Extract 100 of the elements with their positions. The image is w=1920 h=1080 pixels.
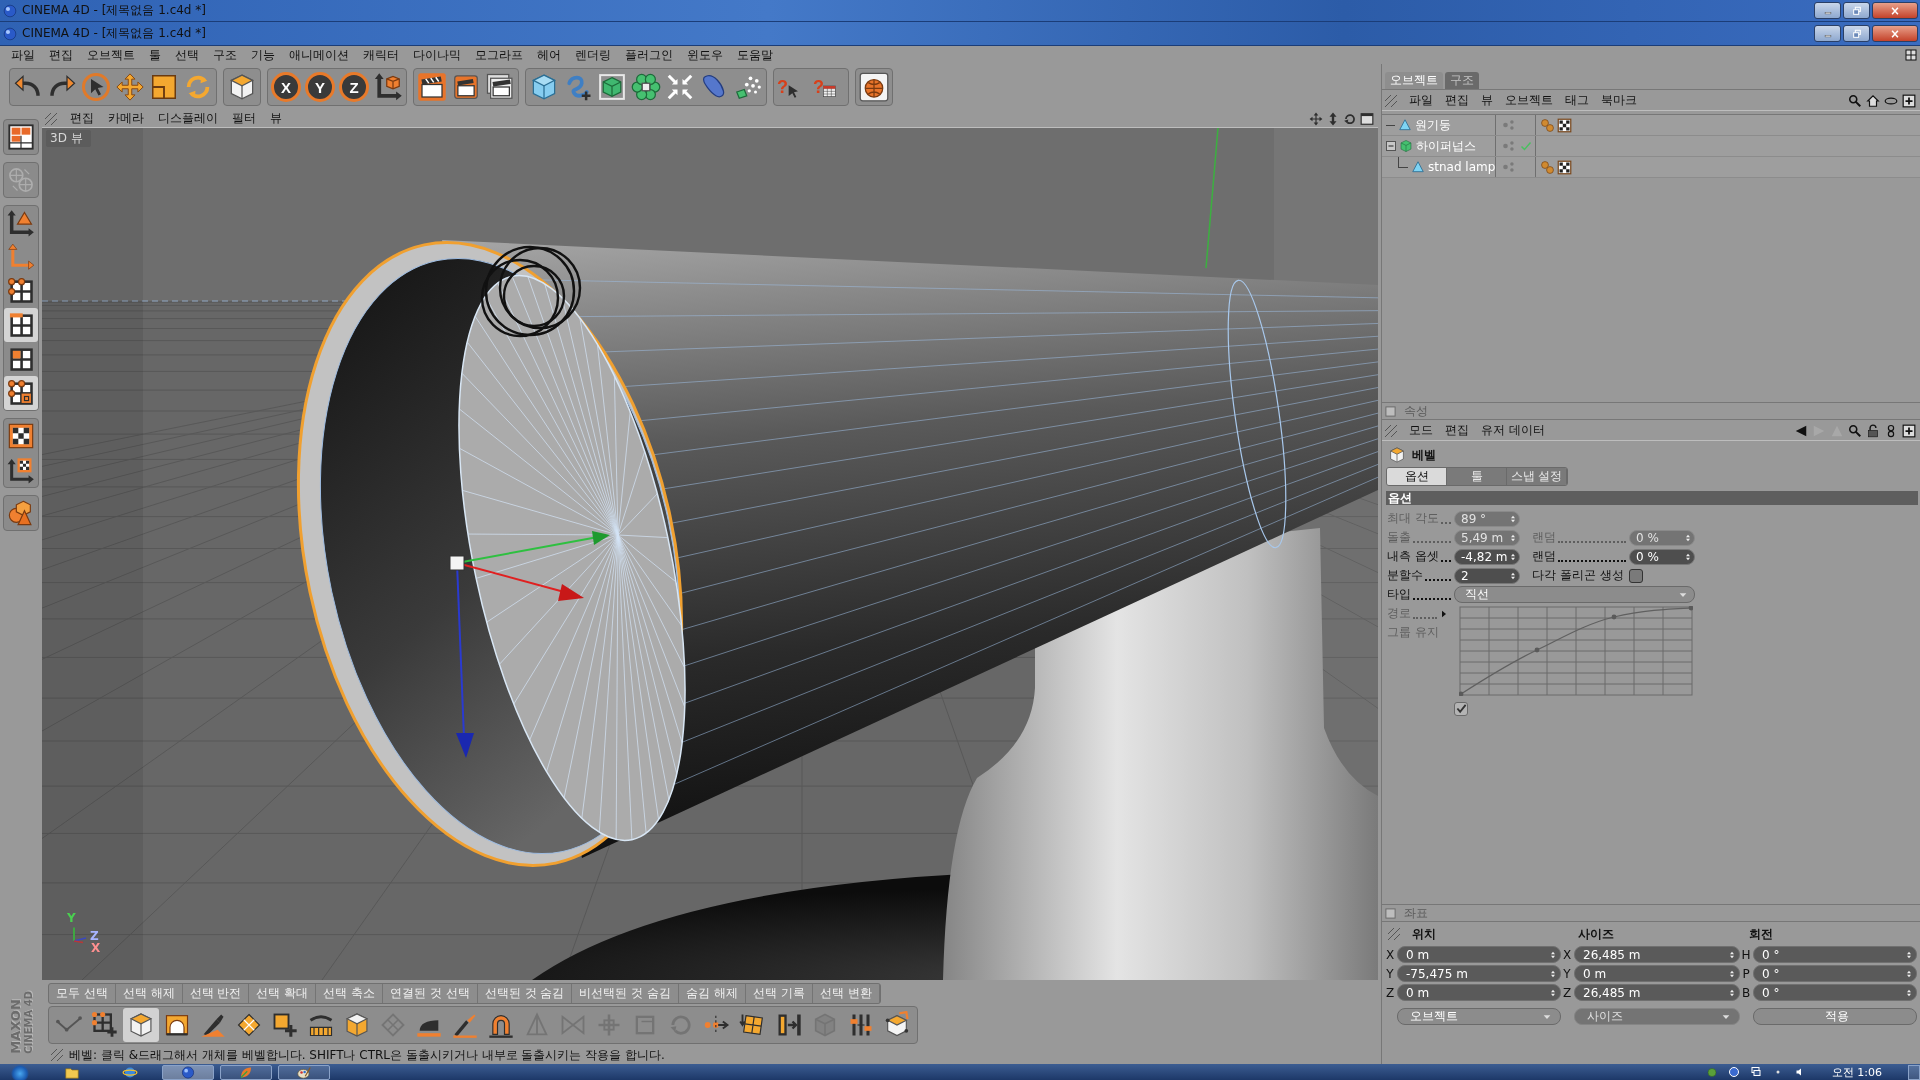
restore-button[interactable]	[1843, 2, 1870, 19]
menu-item[interactable]: 태그	[1559, 92, 1595, 109]
menu-item[interactable]: 모드	[1403, 422, 1439, 439]
menu-item[interactable]: 캐릭터	[356, 46, 406, 64]
taskbar-app-button[interactable]	[220, 1064, 272, 1080]
number-field[interactable]: 26,485 m	[1574, 946, 1740, 963]
add-panel-icon[interactable]	[1902, 93, 1916, 108]
menu-item[interactable]: 필터	[225, 110, 263, 127]
menu-item[interactable]: 헤어	[530, 46, 568, 64]
framed-cube-icon[interactable]	[597, 72, 627, 102]
panel-tab[interactable]: 스냅 설정	[1507, 468, 1567, 485]
close-button[interactable]	[1872, 2, 1918, 19]
coordinate-system-icon[interactable]	[373, 72, 403, 102]
number-field[interactable]: 0 °	[1753, 984, 1917, 1001]
cube-icon[interactable]	[529, 72, 559, 102]
number-field[interactable]: 0 m	[1574, 965, 1740, 982]
spinner-icon[interactable]	[1549, 949, 1557, 960]
menu-item[interactable]: 편집	[1439, 422, 1475, 439]
home-icon[interactable]	[1866, 93, 1880, 108]
number-field[interactable]: 0 °	[1753, 946, 1917, 963]
ball-icon[interactable]	[1705, 1066, 1718, 1078]
axis-lock-button[interactable]: X	[271, 72, 301, 102]
menu-item[interactable]: 편집	[1439, 92, 1475, 109]
spinner-icon[interactable]	[1728, 949, 1736, 960]
search-icon[interactable]	[1848, 93, 1862, 108]
3d-viewport[interactable]: 3D 뷰 Y Z X	[42, 128, 1378, 980]
close-icon[interactable]	[1889, 28, 1901, 39]
move-gizmo[interactable]	[449, 531, 610, 758]
menu-item[interactable]: 도움말	[730, 46, 780, 64]
number-field[interactable]: 0 %	[1629, 548, 1695, 565]
menu-item[interactable]: 카메라	[101, 110, 151, 127]
layout-icon[interactable]	[1905, 49, 1917, 61]
search-icon[interactable]	[1848, 423, 1862, 438]
spinner-icon[interactable]	[1728, 968, 1736, 979]
close-button[interactable]	[1872, 25, 1918, 42]
add-panel-icon[interactable]	[1902, 423, 1916, 438]
spinner-icon[interactable]	[1905, 949, 1913, 960]
menu-item[interactable]: 파일	[1403, 92, 1439, 109]
menu-item[interactable]: 구조	[206, 46, 244, 64]
tube-model[interactable]	[297, 240, 1378, 867]
spinner-icon[interactable]	[1728, 987, 1736, 998]
globe-icon[interactable]	[859, 72, 889, 102]
menu-item[interactable]: 뷰	[1475, 92, 1499, 109]
menu-item[interactable]: 렌더링	[568, 46, 618, 64]
minimize-button[interactable]	[1814, 2, 1841, 19]
flower-icon[interactable]	[631, 72, 661, 102]
restore-button[interactable]	[1843, 25, 1870, 42]
lock-icon[interactable]	[1866, 423, 1880, 438]
clapper-stack-icon[interactable]	[485, 72, 515, 102]
menu-item[interactable]: 북마크	[1595, 92, 1643, 109]
minimize-button[interactable]	[1814, 25, 1841, 42]
menu-item[interactable]: 기능	[244, 46, 282, 64]
number-field[interactable]: 26,485 m	[1574, 984, 1740, 1001]
move-icon[interactable]	[115, 72, 145, 102]
taskbar-app-button[interactable]	[162, 1064, 214, 1080]
menu-item[interactable]: 다이나믹	[406, 46, 468, 64]
checker-tag-icon[interactable]	[1557, 159, 1572, 175]
dropdown[interactable]: 오브젝트	[1397, 1008, 1561, 1025]
number-field[interactable]: 0 °	[1753, 965, 1917, 982]
menu-item[interactable]: 오브젝트	[1499, 92, 1559, 109]
spinner-icon[interactable]	[1905, 968, 1913, 979]
menu-item[interactable]: 파일	[4, 46, 42, 64]
apply-button[interactable]: 적용	[1753, 1008, 1917, 1025]
checkbox[interactable]	[1629, 568, 1643, 583]
axis-lock-button[interactable]: Y	[305, 72, 335, 102]
inward-arrows-icon[interactable]	[665, 72, 695, 102]
rotate-view-icon[interactable]	[1343, 111, 1357, 126]
circle-icon[interactable]	[1727, 1066, 1740, 1078]
dropdown[interactable]: 직선	[1454, 586, 1695, 603]
check-icon[interactable]	[1520, 140, 1532, 152]
number-field[interactable]: -75,475 m	[1397, 965, 1561, 982]
spinner-icon[interactable]	[1549, 968, 1557, 979]
menu-item[interactable]: 모그라프	[468, 46, 530, 64]
back-arrow-icon[interactable]	[1794, 423, 1808, 438]
panel-toggle-icon[interactable]	[1385, 405, 1396, 417]
spinner-icon[interactable]	[1509, 570, 1517, 581]
spinner-icon[interactable]	[1684, 551, 1692, 562]
menu-item[interactable]: 디스플레이	[151, 110, 225, 127]
axis-lock-button[interactable]: Z	[339, 72, 369, 102]
spinner-icon[interactable]	[1509, 551, 1517, 562]
menu-item[interactable]: 뷰	[263, 110, 289, 127]
panel-tab[interactable]: 옵션	[1387, 468, 1447, 485]
caret-icon[interactable]	[1440, 609, 1448, 618]
menu-item[interactable]: 플러그인	[618, 46, 680, 64]
number-field[interactable]: 0 m	[1397, 946, 1561, 963]
close-icon[interactable]	[1889, 5, 1901, 16]
number-field[interactable]: -4,82 m	[1454, 548, 1520, 565]
clapper-icon[interactable]	[417, 72, 447, 102]
polygon-cube-icon[interactable]	[227, 72, 257, 102]
taskbar-app-button[interactable]	[278, 1064, 330, 1080]
menu-item[interactable]: 툴	[142, 46, 168, 64]
number-field[interactable]: 2	[1454, 567, 1520, 584]
menu-item[interactable]: 편집	[42, 46, 80, 64]
menu-item[interactable]: 선택	[168, 46, 206, 64]
panel-toggle-icon[interactable]	[1385, 907, 1396, 919]
collapse-icon[interactable]	[1386, 141, 1396, 151]
spinner-icon[interactable]	[1905, 987, 1913, 998]
clapper-icon[interactable]	[451, 72, 481, 102]
menu-item[interactable]: 윈도우	[680, 46, 730, 64]
maximize-icon[interactable]	[1360, 111, 1374, 126]
